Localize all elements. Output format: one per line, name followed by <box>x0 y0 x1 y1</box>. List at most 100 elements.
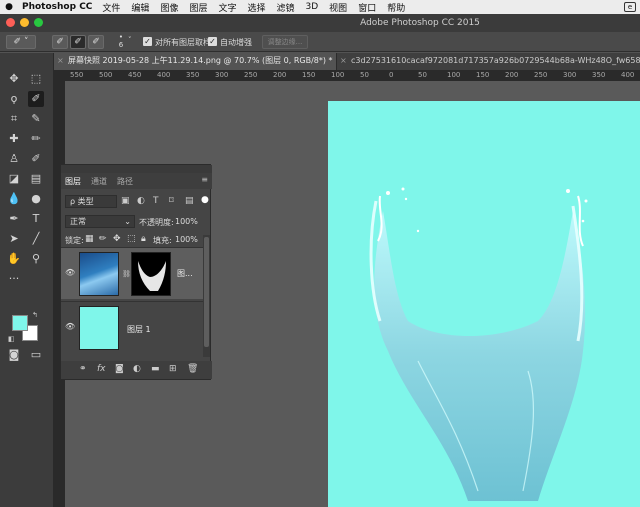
menu-select[interactable]: 选择 <box>247 1 265 14</box>
blend-mode-value: 正常 <box>70 217 86 226</box>
healing-brush-icon[interactable]: ✚ <box>6 131 22 147</box>
eraser-tool-icon[interactable]: ◪ <box>6 171 22 187</box>
marquee-tool-icon[interactable]: ⬚ <box>28 71 44 87</box>
chevron-down-icon[interactable]: ˅ <box>128 36 132 44</box>
new-selection-brush-icon[interactable]: ✐ <box>52 35 68 49</box>
lock-all-icon[interactable]: 🔒︎ <box>141 234 146 244</box>
move-tool-icon[interactable]: ✥ <box>6 71 22 87</box>
path-selection-icon[interactable]: ➤ <box>6 231 22 247</box>
filter-type-icon[interactable]: T <box>153 196 159 206</box>
mask-link-icon[interactable]: ⛓ <box>122 270 131 278</box>
opacity-value[interactable]: 100% <box>175 217 198 226</box>
menu-type[interactable]: 文字 <box>218 1 236 14</box>
menu-window[interactable]: 窗口 <box>358 1 376 14</box>
filter-shape-icon[interactable]: ⌑ <box>169 196 174 206</box>
link-layers-icon[interactable]: ⚭ <box>79 364 87 374</box>
subtract-selection-brush-icon[interactable]: ✐ <box>88 35 104 49</box>
menu-edit[interactable]: 编辑 <box>131 1 149 14</box>
ruler-tick-label: 100 <box>331 71 345 79</box>
close-tab-icon[interactable]: × <box>340 53 347 69</box>
fill-value[interactable]: 100% <box>175 235 198 244</box>
eye-visibility-icon[interactable]: 👁︎ <box>65 322 75 331</box>
layer-filter-dropdown[interactable]: ρ 类型 <box>65 195 117 208</box>
filter-smart-object-icon[interactable]: ▤ <box>185 196 194 206</box>
foreground-color-swatch[interactable] <box>12 315 28 331</box>
lock-position-icon[interactable]: ✥ <box>113 234 121 244</box>
tab-paths[interactable]: 路径 <box>117 176 133 187</box>
eye-visibility-icon[interactable]: 👁︎ <box>65 268 75 277</box>
tab-active-document[interactable]: × 屏幕快照 2019-05-28 上午11.29.14.png @ 70.7%… <box>54 53 336 70</box>
auto-enhance-checkbox[interactable]: ✓ <box>208 37 217 46</box>
clone-stamp-icon[interactable]: ♙ <box>6 151 22 167</box>
brush-size-value: 6 <box>118 41 124 49</box>
quick-mask-icon[interactable]: ◙ <box>6 347 22 363</box>
lock-pixels-icon[interactable]: ✏ <box>99 234 107 244</box>
layer-mask-thumbnail[interactable] <box>131 252 171 296</box>
tool-preset-picker[interactable]: ✐ ˅ <box>6 35 36 49</box>
app-name-menu[interactable]: Photoshop CC <box>18 2 92 12</box>
gradient-tool-icon[interactable]: ▤ <box>28 171 44 187</box>
layers-scrollbar[interactable] <box>203 235 210 357</box>
fx-icon[interactable]: fx <box>97 364 106 374</box>
mac-menubar: ● Photoshop CC 文件 编辑 图像 图层 文字 选择 滤镜 3D 视… <box>0 0 640 14</box>
lock-artboard-icon[interactable]: ⬚ <box>127 234 136 244</box>
panel-menu-icon[interactable]: ≡ <box>201 175 208 184</box>
trash-icon[interactable]: 🗑︎ <box>187 364 198 374</box>
shape-tool-icon[interactable]: ╱ <box>28 231 44 247</box>
opacity-label: 不透明度: <box>139 218 174 227</box>
filter-adjustment-icon[interactable]: ◐ <box>137 196 145 206</box>
eyedropper-tool-icon[interactable]: ✎ <box>28 111 44 127</box>
document-canvas[interactable] <box>328 101 640 507</box>
menu-3d[interactable]: 3D <box>306 2 319 12</box>
layer-row[interactable]: 👁︎ 图层 1 <box>61 301 203 353</box>
crop-tool-icon[interactable]: ⌗ <box>6 111 22 127</box>
zoom-tool-icon[interactable]: ⚲ <box>28 251 44 267</box>
screen-mode-icon[interactable]: ▭ <box>28 347 44 363</box>
default-colors-icon[interactable]: ◧ <box>8 335 15 343</box>
sample-all-layers-checkbox[interactable]: ✓ <box>143 37 152 46</box>
layer-thumbnail[interactable] <box>79 252 119 296</box>
menu-file[interactable]: 文件 <box>102 1 120 14</box>
close-tab-icon[interactable]: × <box>57 53 64 69</box>
swap-colors-icon[interactable]: ↰ <box>32 311 38 319</box>
lasso-tool-icon[interactable]: ϙ <box>6 91 22 107</box>
brush-tool-icon[interactable]: ✏ <box>28 131 44 147</box>
filter-toggle-icon[interactable]: ● <box>201 195 209 205</box>
more-tools-icon[interactable]: ··· <box>6 271 22 287</box>
menu-help[interactable]: 帮助 <box>387 1 405 14</box>
menu-filter[interactable]: 滤镜 <box>277 1 295 14</box>
lock-transparency-icon[interactable]: ▦ <box>85 234 94 244</box>
type-tool-icon[interactable]: T <box>28 211 44 227</box>
brush-size-picker[interactable]: • 6 <box>116 33 126 49</box>
blend-mode-dropdown[interactable]: 正常 ⌄ <box>65 215 135 228</box>
dodge-tool-icon[interactable]: ● <box>28 191 44 207</box>
layer-name[interactable]: 图层 1 <box>127 324 151 335</box>
layer-row-selected[interactable]: 👁︎ ⛓ 图... <box>61 247 203 299</box>
history-brush-icon[interactable]: ✐ <box>28 151 44 167</box>
pen-tool-icon[interactable]: ✒ <box>6 211 22 227</box>
menu-view[interactable]: 视图 <box>329 1 347 14</box>
tab-channels[interactable]: 通道 <box>91 176 107 187</box>
ruler-tick-label: 350 <box>592 71 606 79</box>
status-menu-icon[interactable]: e <box>624 2 636 12</box>
filter-image-icon[interactable]: ▣ <box>121 196 130 206</box>
hand-tool-icon[interactable]: ✋ <box>6 251 22 267</box>
menu-image[interactable]: 图像 <box>160 1 178 14</box>
layer-thumbnail[interactable] <box>79 306 119 350</box>
panel-grip[interactable] <box>61 165 212 173</box>
apple-icon[interactable]: ● <box>0 2 18 12</box>
new-group-icon[interactable]: ▬ <box>151 364 160 374</box>
menu-layer[interactable]: 图层 <box>189 1 207 14</box>
new-layer-icon[interactable]: ⊞ <box>169 364 177 374</box>
blur-tool-icon[interactable]: 💧 <box>6 191 22 207</box>
tab-layers[interactable]: 图层 <box>65 176 81 187</box>
auto-enhance-label: 自动增强 <box>220 38 252 47</box>
add-to-selection-brush-icon[interactable]: ✐ <box>70 35 86 49</box>
scrollbar-thumb[interactable] <box>204 237 209 347</box>
adjustment-layer-icon[interactable]: ◐ <box>133 364 141 374</box>
quick-selection-tool-icon[interactable]: ✐ <box>28 91 44 107</box>
tab-second-document[interactable]: × c3d27531610cacaf972081d717357a926b0729… <box>336 53 640 70</box>
add-mask-icon[interactable]: ◙ <box>115 364 124 374</box>
refine-edge-button[interactable]: 调整边缘... <box>262 35 308 49</box>
layer-name[interactable]: 图... <box>177 268 193 279</box>
